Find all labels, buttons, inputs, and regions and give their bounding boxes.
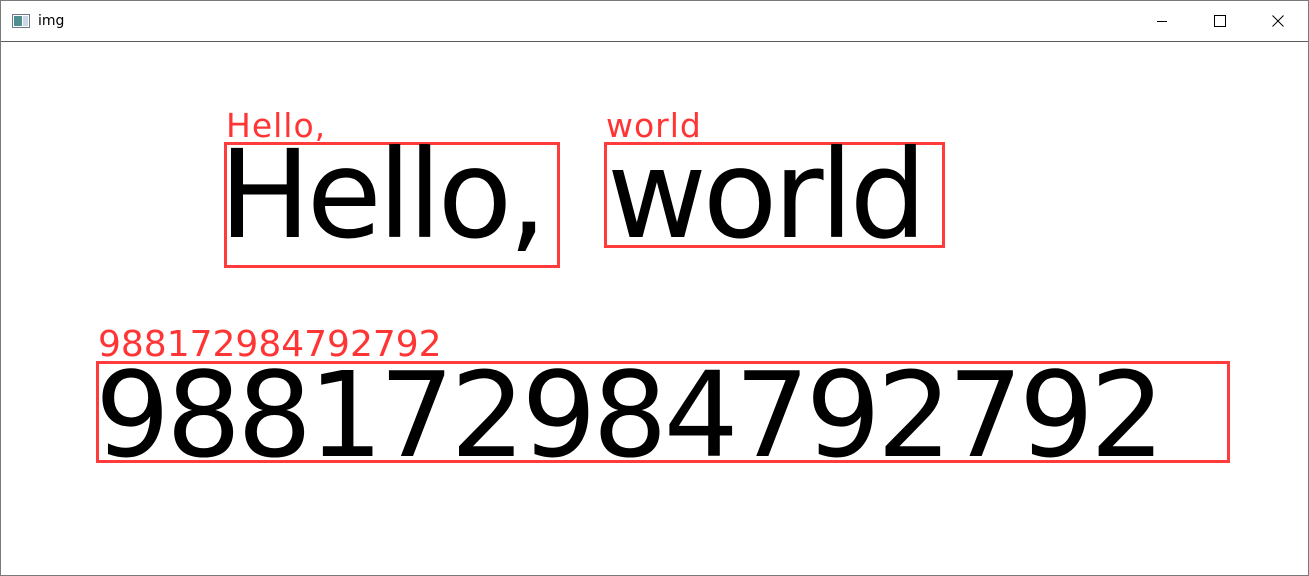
image-canvas: Hello, Hello, world world 98817298479279… — [1, 42, 1308, 575]
image-window: img Hello, Hello, world world 9881729847… — [0, 0, 1309, 576]
title-bar[interactable]: img — [1, 1, 1308, 42]
close-button[interactable] — [1249, 1, 1307, 41]
window-title: img — [38, 13, 65, 29]
close-icon — [1272, 12, 1284, 31]
detected-word: world — [607, 124, 927, 266]
minimize-button[interactable] — [1133, 1, 1191, 41]
maximize-icon — [1214, 12, 1226, 31]
detected-number: 988172984792792 — [95, 346, 1165, 484]
detected-word: Hello, — [219, 124, 547, 266]
image-window-icon[interactable] — [12, 13, 30, 28]
maximize-button[interactable] — [1191, 1, 1249, 41]
minimize-icon — [1156, 12, 1168, 31]
